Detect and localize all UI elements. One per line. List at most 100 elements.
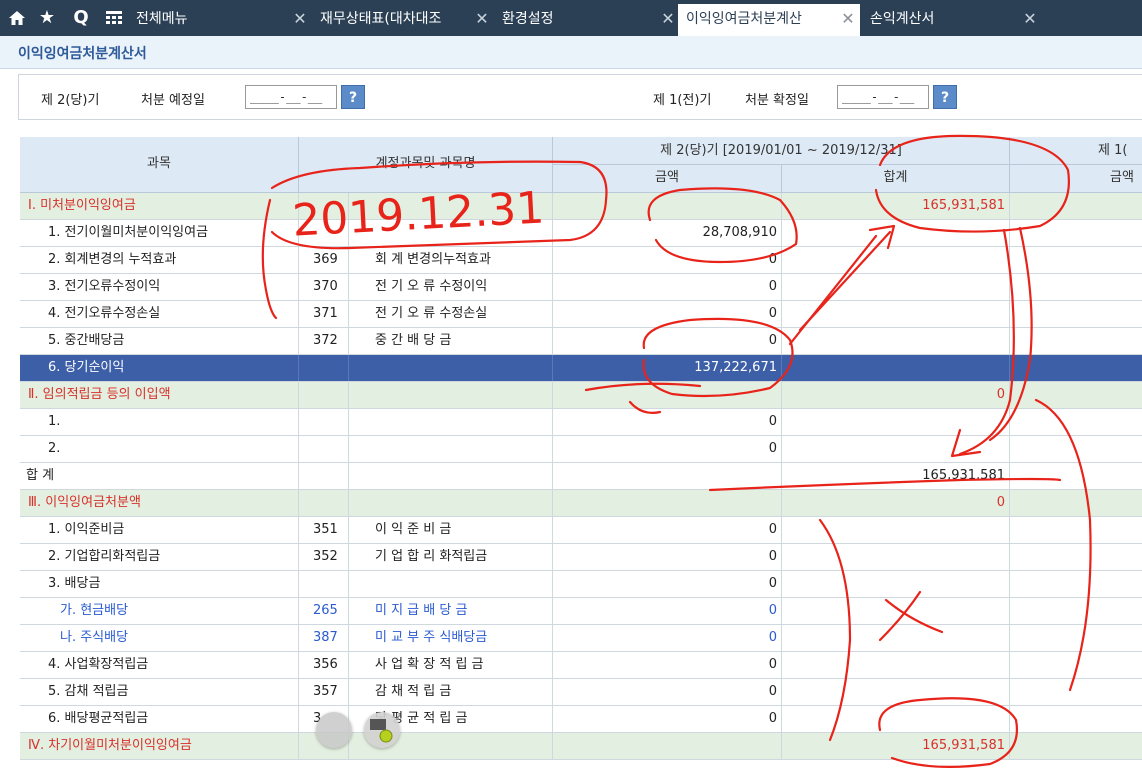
row-subject: 6. 배당평균적립금 [20,706,299,732]
row-account-code: 352 [299,544,349,570]
row-total [782,598,1010,624]
table-row[interactable]: 6. 당기순이익 137,222,671 [20,355,1142,382]
row-account-name: 미 교 부 주 식배당금 [349,625,553,651]
prior-period-label: 제 1(전)기 [653,93,712,108]
row-subject: Ⅰ. 미처분이익잉여금 [20,193,299,219]
row-subject: 2. 기업합리화적립금 [20,544,299,570]
all-menu-tab[interactable]: 전체메뉴 [128,4,278,36]
header-amount: 금액 [553,165,782,193]
row-amount [553,193,782,219]
row-subject: 1. [20,409,299,435]
row-account-code: 351 [299,517,349,543]
header-subject: 과목 [20,137,299,193]
row-prior-amount [1010,517,1142,543]
title-bar: 이익잉여금처분계산서 [0,36,1142,69]
row-total [782,706,1010,732]
row-account-name: 회 계 변경의누적효과 [349,247,553,273]
table-row[interactable]: 2. 회계변경의 누적효과 369 회 계 변경의누적효과 0 [20,247,1142,274]
row-subject: 나. 주식배당 [20,625,299,651]
row-subject: Ⅲ. 이익잉여금처분액 [20,490,299,516]
row-subject: 3. 전기오류수정이익 [20,274,299,300]
row-amount: 0 [553,409,782,435]
header-prior-period: 제 1( [1010,137,1142,165]
row-account-code: 357 [299,679,349,705]
table-row[interactable]: 1. 전기이월미처분이익잉여금 28,708,910 [20,220,1142,247]
help-button[interactable]: ? [341,85,365,109]
star-icon[interactable]: ★ [36,0,58,36]
table-row[interactable]: 2. 0 [20,436,1142,463]
close-icon[interactable]: ✕ [658,4,678,34]
table-row[interactable]: 합 계 165,931,581 [20,463,1142,490]
row-prior-amount [1010,301,1142,327]
table-row[interactable]: 6. 배당평균적립금 3 당 평 균 적 립 금0 [20,706,1142,733]
table-row[interactable]: Ⅱ. 임의적립금 등의 이입액 0 [20,382,1142,409]
row-subject: 합 계 [20,463,299,489]
close-icon[interactable]: ✕ [290,4,310,34]
table-row[interactable]: 1. 이익준비금 351 이 익 준 비 금0 [20,517,1142,544]
close-icon[interactable]: ✕ [838,4,858,34]
row-prior-amount [1010,409,1142,435]
close-icon[interactable]: ✕ [1020,4,1040,34]
row-subject: 1. 이익준비금 [20,517,299,543]
table-row[interactable]: 1. 0 [20,409,1142,436]
row-total [782,544,1010,570]
table-row[interactable]: 2. 기업합리화적립금 352 기 업 합 리 화적립금 0 [20,544,1142,571]
floating-circle-button[interactable] [316,712,352,748]
row-amount: 0 [553,652,782,678]
table-row[interactable]: 5. 중간배당금 372 중 간 배 당 금0 [20,328,1142,355]
row-total: 165,931,581 [782,733,1010,759]
row-amount: 0 [553,301,782,327]
row-prior-amount [1010,220,1142,246]
disposal-confirmed-date-input[interactable]: ____-__-__ [837,85,929,109]
table-row[interactable]: 3. 전기오류수정이익 370 전 기 오 류 수정이익 0 [20,274,1142,301]
header-current-period: 제 2(당)기 [2019/01/01 ~ 2019/12/31] [553,137,1010,165]
table-row[interactable]: 3. 배당금 0 [20,571,1142,598]
row-account-name [349,571,553,597]
row-amount: 0 [553,571,782,597]
current-date-label: 처분 예정일 [141,93,205,108]
row-account-name [349,436,553,462]
row-total [782,409,1010,435]
search-icon[interactable]: Q [70,0,92,36]
row-account-name [349,355,553,381]
row-account-code: 265 [299,598,349,624]
row-subject: Ⅱ. 임의적립금 등의 이입액 [20,382,299,408]
tab-retained-earnings[interactable]: 이익잉여금처분계산 [678,4,860,36]
table-row[interactable]: Ⅳ. 차기이월미처분이익잉여금 165,931,581 [20,733,1142,760]
table-row[interactable]: 가. 현금배당 265 미 지 급 배 당 금0 [20,598,1142,625]
home-icon[interactable] [6,0,28,36]
row-subject: 3. 배당금 [20,571,299,597]
table-row[interactable]: 나. 주식배당 387 미 교 부 주 식배당금 0 [20,625,1142,652]
row-subject: Ⅳ. 차기이월미처분이익잉여금 [20,733,299,759]
close-icon[interactable]: ✕ [472,4,492,34]
tab-balance-sheet[interactable]: 재무상태표(대차대조 [312,4,472,36]
tab-income-statement[interactable]: 손익계산서 [862,4,1022,36]
header-prior-amount: 금액 [1010,165,1142,193]
row-subject: 2. [20,436,299,462]
filter-bar: 제 2(당)기 처분 예정일 ____-__-__ ? 제 1(전)기 처분 확… [18,74,1142,120]
header-total: 합계 [782,165,1010,193]
row-account-code: 372 [299,328,349,354]
row-account-code: 356 [299,652,349,678]
row-account-name: 이 익 준 비 금 [349,517,553,543]
row-account-code [299,409,349,435]
tab-settings[interactable]: 환경설정 [494,4,664,36]
disposal-scheduled-date-input[interactable]: ____-__-__ [245,85,337,109]
table-row[interactable]: Ⅲ. 이익잉여금처분액 0 [20,490,1142,517]
help-button[interactable]: ? [933,85,957,109]
row-amount: 0 [553,706,782,732]
header-account: 계정과목및 과목명 [299,137,553,193]
row-amount: 0 [553,625,782,651]
row-prior-amount [1010,625,1142,651]
table-row[interactable]: 5. 감채 적립금 357 감 채 적 립 금0 [20,679,1142,706]
menu-grid-icon[interactable] [103,0,125,36]
row-prior-amount [1010,598,1142,624]
table-row[interactable]: Ⅰ. 미처분이익잉여금 165,931,581 [20,193,1142,220]
row-account-code [299,193,349,219]
floating-monitor-button[interactable] [364,712,400,748]
table-row[interactable]: 4. 사업확장적립금 356 사 업 확 장 적 립 금0 [20,652,1142,679]
row-amount: 137,222,671 [553,355,782,381]
row-account-name [349,220,553,246]
row-total [782,652,1010,678]
table-row[interactable]: 4. 전기오류수정손실 371 전 기 오 류 수정손실 0 [20,301,1142,328]
